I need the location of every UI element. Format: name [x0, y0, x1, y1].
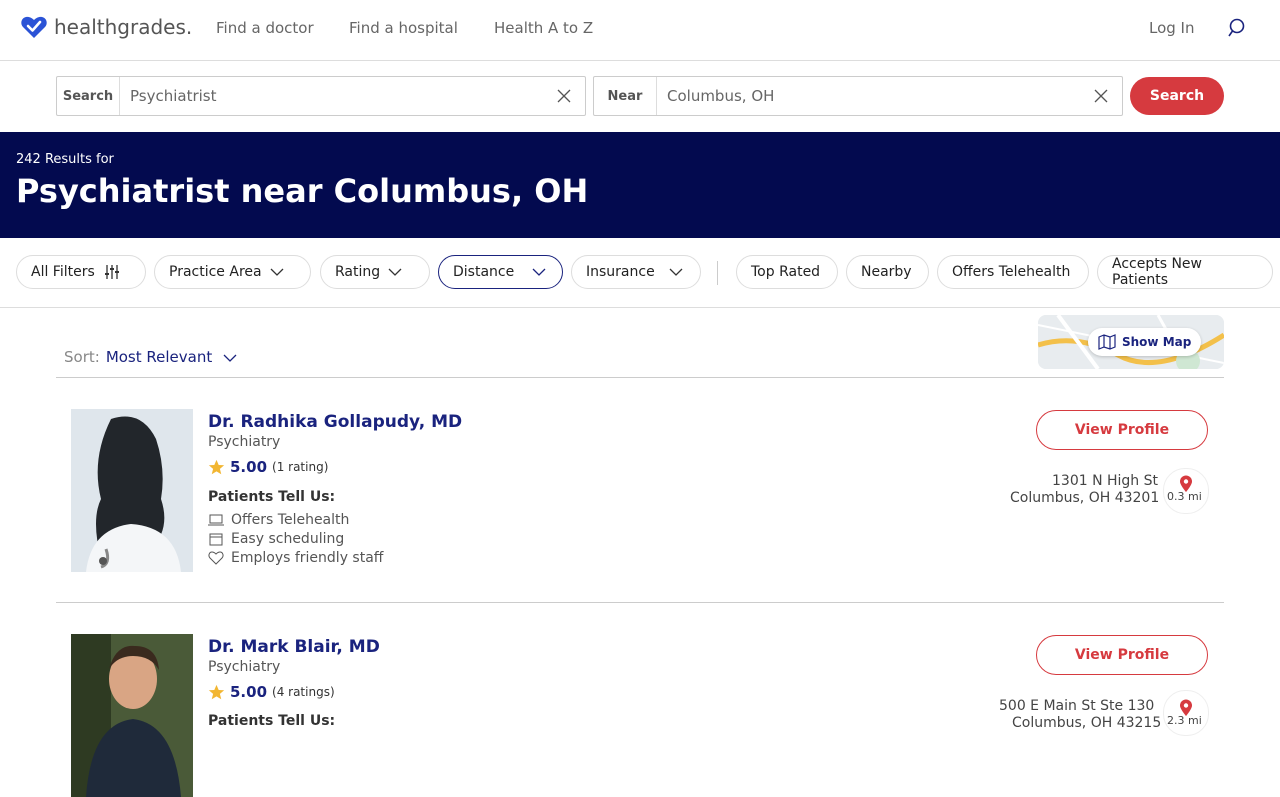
doctor-name-link[interactable]: Dr. Radhika Gollapudy, MD [208, 412, 462, 432]
search-button[interactable]: Search [1130, 77, 1224, 115]
chevron-down-icon [270, 268, 284, 276]
doctor-photo-image [71, 409, 193, 572]
near-search-bar: Near [593, 76, 1123, 116]
rating-value: 5.00 [230, 683, 268, 701]
login-link[interactable]: Log In [1149, 19, 1195, 37]
specialty-input[interactable] [120, 78, 551, 114]
near-label: Near [594, 77, 657, 115]
sliders-icon [103, 264, 121, 280]
rating-count: (4 ratings) [272, 685, 335, 699]
site-header: healthgrades. Find a doctor Find a hospi… [0, 0, 1280, 61]
doctor-specialty: Psychiatry [208, 434, 281, 450]
close-icon [557, 89, 571, 103]
heart-check-icon [21, 16, 47, 38]
what-search-bar: Search [56, 76, 586, 116]
filter-divider [717, 261, 718, 285]
all-filters-label: All Filters [31, 264, 95, 280]
insurance-label: Insurance [586, 264, 655, 280]
insurance-filter[interactable]: Insurance [571, 255, 701, 289]
results-count: 242 Results for [16, 152, 114, 167]
nav-find-hospital[interactable]: Find a hospital [349, 19, 458, 37]
divider [56, 602, 1224, 603]
close-icon [1094, 89, 1108, 103]
patients-tell-us-label: Patients Tell Us: [208, 713, 336, 729]
doctor-specialty: Psychiatry [208, 659, 281, 675]
new-patients-filter[interactable]: Accepts New Patients [1097, 255, 1273, 289]
address-line-1: 500 E Main St Ste 130 [999, 698, 1155, 714]
clear-specialty-button[interactable] [551, 83, 577, 109]
sort-value: Most Relevant [105, 348, 213, 366]
page-title: Psychiatrist near Columbus, OH [16, 172, 589, 210]
divider [56, 377, 1224, 378]
doctor-rating: 5.00 (4 ratings) [208, 683, 335, 701]
chevron-down-icon [388, 268, 402, 276]
sort-label: Sort: [64, 348, 100, 366]
heart-icon [208, 551, 224, 565]
feature-label: Offers Telehealth [231, 512, 350, 528]
feature-friendly-staff: Employs friendly staff [208, 550, 383, 566]
address-line-2: Columbus, OH 43201 [1010, 490, 1160, 506]
all-filters-button[interactable]: All Filters [16, 255, 146, 289]
clear-location-button[interactable] [1088, 83, 1114, 109]
feature-telehealth: Offers Telehealth [208, 512, 349, 528]
doctor-rating: 5.00 (1 rating) [208, 458, 328, 476]
feature-scheduling: Easy scheduling [208, 531, 344, 547]
healthgrades-logo[interactable]: healthgrades. [20, 13, 192, 41]
patients-tell-us-label: Patients Tell Us: [208, 489, 336, 505]
top-rated-filter[interactable]: Top Rated [736, 255, 838, 289]
nav-find-doctor[interactable]: Find a doctor [216, 19, 314, 37]
view-profile-button[interactable]: View Profile [1036, 410, 1208, 450]
location-input[interactable] [657, 78, 1088, 114]
doctor-name-link[interactable]: Dr. Mark Blair, MD [208, 637, 380, 657]
telehealth-filter[interactable]: Offers Telehealth [937, 255, 1089, 289]
laptop-icon [208, 514, 224, 526]
calendar-icon [209, 533, 223, 546]
feature-label: Employs friendly staff [231, 550, 384, 566]
show-map-label: Show Map [1122, 335, 1192, 349]
map-icon [1098, 334, 1116, 350]
rating-value: 5.00 [230, 458, 268, 476]
distance-label: Distance [453, 264, 515, 280]
address-line-1: 1301 N High St [1052, 473, 1159, 489]
distance-value: 0.3 mi [1167, 490, 1202, 503]
doctor-photo-image [71, 634, 193, 797]
show-map-button[interactable]: Show Map [1088, 328, 1202, 356]
rating-count: (1 rating) [272, 460, 329, 474]
chevron-down-icon [223, 354, 237, 362]
sort-dropdown[interactable]: Sort: Most Relevant [64, 348, 237, 366]
feature-label: Easy scheduling [231, 531, 345, 547]
distance-value: 2.3 mi [1167, 714, 1202, 727]
practice-area-filter[interactable]: Practice Area [154, 255, 311, 289]
results-hero: 242 Results for Psychiatrist near Columb… [0, 132, 1280, 238]
chevron-down-icon [669, 268, 683, 276]
search-icon[interactable] [1228, 18, 1248, 38]
nav-health-a-to-z[interactable]: Health A to Z [494, 19, 593, 37]
practice-area-label: Practice Area [169, 264, 262, 280]
map-preview[interactable]: Show Map [1038, 315, 1224, 369]
nearby-filter[interactable]: Nearby [846, 255, 929, 289]
logo-text: healthgrades. [54, 15, 193, 39]
rating-filter[interactable]: Rating [320, 255, 430, 289]
address-line-2: Columbus, OH 43215 [1012, 715, 1162, 731]
star-icon [208, 684, 225, 699]
view-profile-button[interactable]: View Profile [1036, 635, 1208, 675]
directions-button[interactable] [1163, 690, 1209, 736]
search-label: Search [57, 77, 120, 115]
rating-label: Rating [335, 264, 381, 280]
filter-bar: All Filters Practice Area Rating Distanc… [0, 239, 1280, 308]
star-icon [208, 459, 225, 474]
doctor-photo[interactable] [71, 634, 193, 797]
chevron-down-icon [532, 268, 546, 276]
distance-filter[interactable]: Distance [438, 255, 563, 289]
doctor-photo[interactable] [71, 409, 193, 572]
